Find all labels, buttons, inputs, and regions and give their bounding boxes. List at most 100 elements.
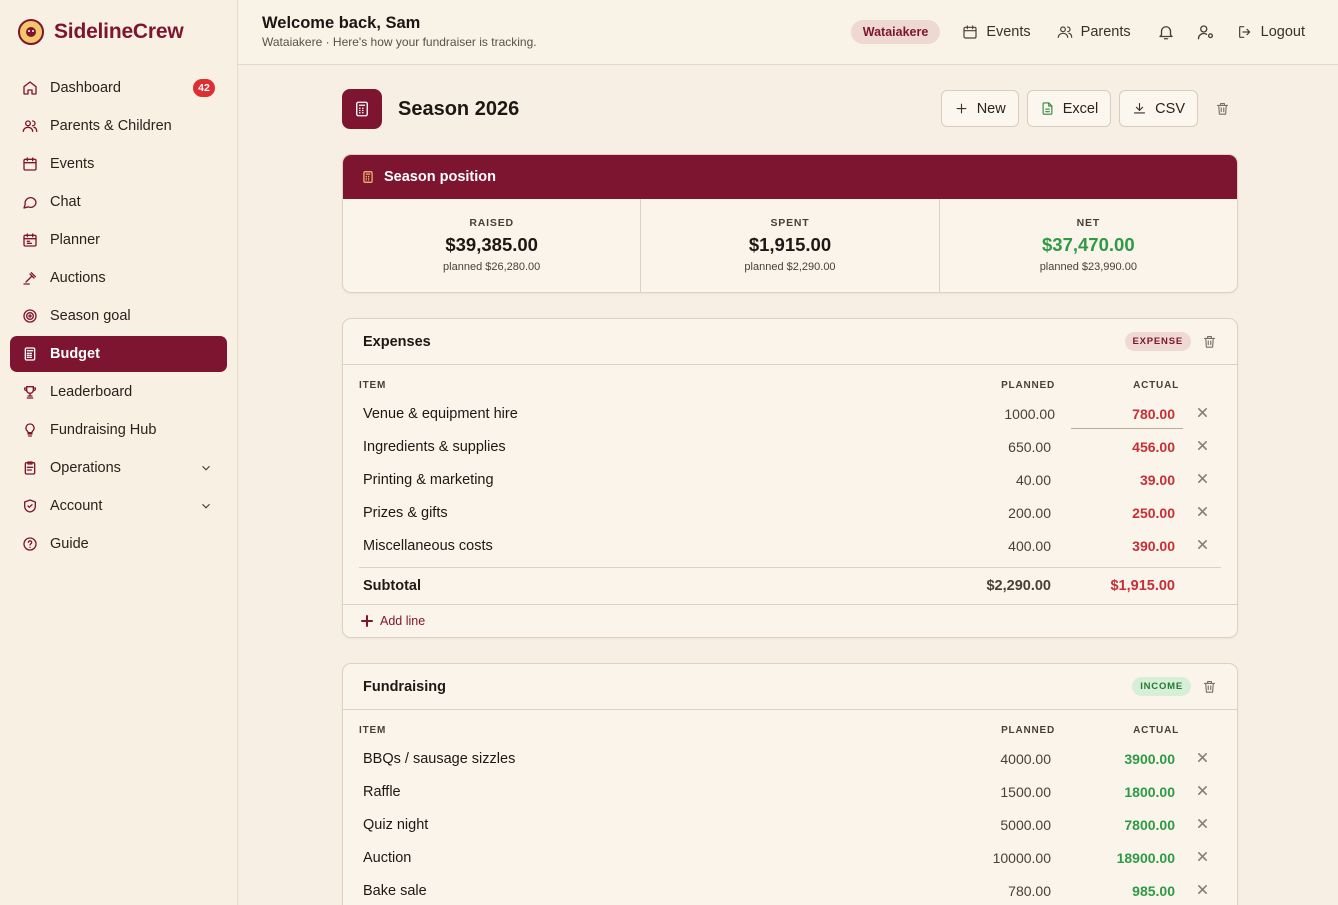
logout-label: Logout [1260,24,1305,40]
actual-value[interactable]: 39.00 [1059,472,1183,488]
sidebar-item-fundraising-hub[interactable]: Fundraising Hub [10,412,227,448]
season-position-header: Season position [343,155,1237,199]
planned-value[interactable]: 200.00 [939,505,1059,521]
top-link-events[interactable]: Events [962,24,1031,40]
item-name[interactable]: Raffle [359,784,939,800]
users-icon [1057,26,1072,38]
actual-value[interactable]: 985.00 [1059,883,1183,899]
sidebar-item-label: Season goal [50,308,131,324]
item-name[interactable]: Auction [359,850,939,866]
top-link-parents[interactable]: Parents [1057,24,1131,40]
table-row: Printing & marketing 40.00 39.00 [359,463,1221,496]
actual-input[interactable]: 780.00 [1071,399,1183,429]
new-button[interactable]: New [940,90,1019,127]
stat-planned: planned $26,280.00 [443,261,541,273]
stat-label: NET [1076,217,1101,229]
section-header: Expenses EXPENSE [343,319,1237,365]
planner-icon [22,232,38,248]
table-row: Venue & equipment hire 1000.00 780.00 [359,397,1221,430]
sidebar-item-chat[interactable]: Chat [10,184,227,220]
close-icon[interactable] [1183,439,1221,455]
brand[interactable]: SidelineCrew [0,0,237,64]
sidebar: SidelineCrew Dashboard 42 Parents & Chil… [0,0,238,905]
close-icon[interactable] [1183,538,1221,554]
actual-value[interactable]: 250.00 [1059,505,1183,521]
sidebar-item-guide[interactable]: Guide [10,526,227,562]
close-icon[interactable] [1183,472,1221,488]
close-icon[interactable] [1183,505,1221,521]
close-icon[interactable] [1183,751,1221,767]
stat-raised: RAISED $39,385.00 planned $26,280.00 [343,199,642,292]
planned-value[interactable]: 5000.00 [939,817,1059,833]
close-icon[interactable] [1183,850,1221,866]
actual-value[interactable]: 1800.00 [1059,784,1183,800]
planned-value[interactable]: 1500.00 [939,784,1059,800]
sidebar-item-budget[interactable]: Budget [10,336,227,372]
excel-button[interactable]: Excel [1026,90,1112,127]
calculator-icon [22,346,38,362]
stat-label: SPENT [770,217,810,229]
logout-icon [1238,26,1250,38]
season-position-card: Season position RAISED $39,385.00 planne… [342,154,1238,293]
sidebar-item-planner[interactable]: Planner [10,222,227,258]
planned-value[interactable]: 780.00 [939,883,1059,899]
planned-value[interactable]: 10000.00 [939,850,1059,866]
sidebar-item-leaderboard[interactable]: Leaderboard [10,374,227,410]
brand-name: SidelineCrew [54,20,184,43]
actual-value[interactable]: 7800.00 [1059,817,1183,833]
sidebar-item-auctions[interactable]: Auctions [10,260,227,296]
stat-label: RAISED [469,217,514,229]
subtotal-planned: $2,290.00 [986,578,1051,594]
sidebar-item-operations[interactable]: Operations [10,450,227,486]
table-header: ITEM PLANNED ACTUAL [359,365,1221,397]
expense-type-badge: EXPENSE [1124,332,1191,351]
item-name[interactable]: Quiz night [359,817,939,833]
topbar: Welcome back, Sam Wataiakere · Here's ho… [238,0,1338,65]
planned-value[interactable]: 400.00 [939,538,1059,554]
trash-icon[interactable] [1202,679,1217,694]
chevron-down-icon[interactable] [199,499,213,513]
sidebar-item-account[interactable]: Account [10,488,227,524]
planned-value[interactable]: 4000.00 [939,751,1059,767]
add-line-button[interactable]: Add line [343,604,1237,637]
close-icon[interactable] [1183,406,1221,422]
sidebar-item-parents-children[interactable]: Parents & Children [10,108,227,144]
column-header-actual: ACTUAL [1133,725,1179,736]
user-settings-icon[interactable] [1197,23,1215,41]
actual-value[interactable]: 3900.00 [1059,751,1183,767]
csv-button[interactable]: CSV [1119,90,1198,127]
sidebar-item-dashboard[interactable]: Dashboard 42 [10,70,227,106]
sidebar-item-season-goal[interactable]: Season goal [10,298,227,334]
item-name[interactable]: Bake sale [359,883,939,899]
sidebar-item-events[interactable]: Events [10,146,227,182]
stat-planned: planned $23,990.00 [1039,261,1137,273]
planned-value[interactable]: 40.00 [939,472,1059,488]
download-icon [1134,102,1146,114]
trash-icon[interactable] [1202,334,1217,349]
delete-season-button[interactable] [1206,93,1238,125]
actual-value[interactable]: 456.00 [1059,439,1183,455]
planned-value[interactable]: 1000.00 [943,406,1063,422]
close-icon[interactable] [1183,817,1221,833]
logout-button[interactable]: Logout [1237,24,1305,40]
item-name[interactable]: Ingredients & supplies [359,439,939,455]
stat-net: NET $37,470.00 planned $23,990.00 [940,199,1237,292]
actual-value[interactable]: 390.00 [1059,538,1183,554]
main-content: Season 2026 New Excel CSV Season positio… [342,89,1238,905]
item-name[interactable]: BBQs / sausage sizzles [359,751,939,767]
planned-value[interactable]: 650.00 [939,439,1059,455]
welcome-title: Welcome back, Sam [262,14,421,32]
plus-icon [361,615,373,627]
subtotal-label: Subtotal [363,578,421,594]
bell-icon[interactable] [1157,23,1175,41]
close-icon[interactable] [1183,883,1221,899]
org-badge[interactable]: Wataiakere [850,20,941,44]
close-icon[interactable] [1183,784,1221,800]
actual-value[interactable]: 18900.00 [1059,850,1183,866]
item-name[interactable]: Prizes & gifts [359,505,939,521]
item-name[interactable]: Printing & marketing [359,472,939,488]
column-header-actual: ACTUAL [1133,380,1179,391]
item-name[interactable]: Miscellaneous costs [359,538,939,554]
item-name[interactable]: Venue & equipment hire [359,406,943,422]
chevron-down-icon[interactable] [199,461,213,475]
